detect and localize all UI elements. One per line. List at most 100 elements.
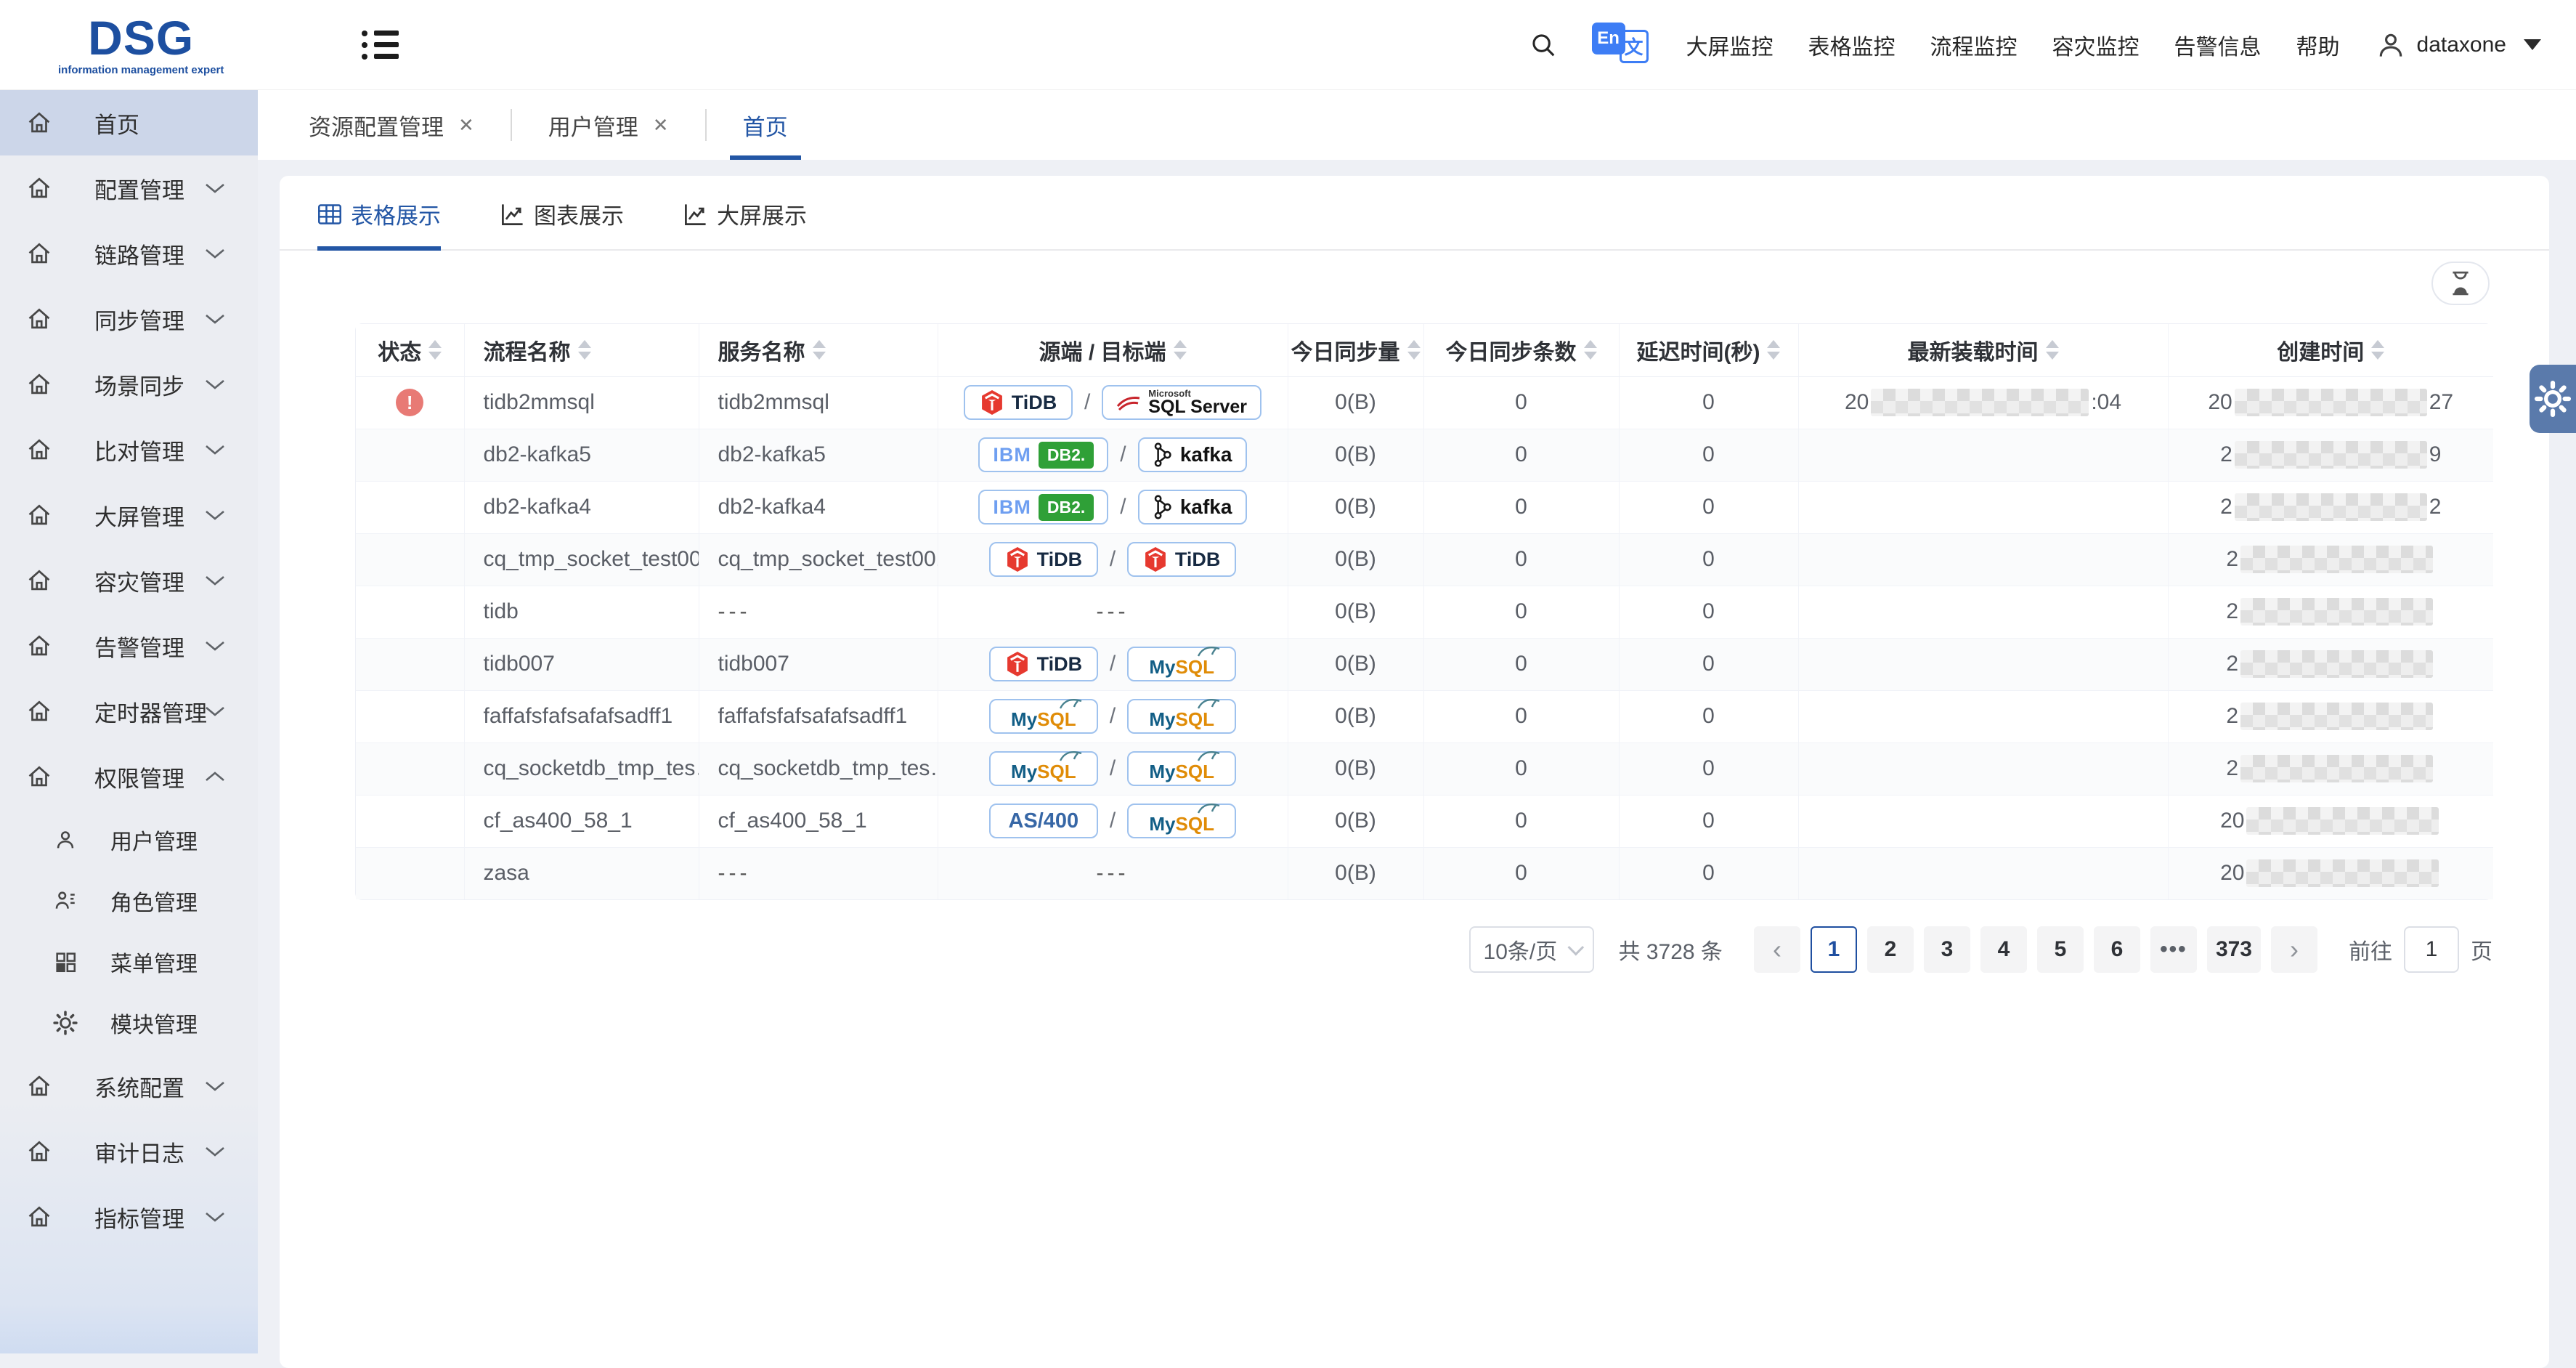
sidebar-item-首页[interactable]: 首页: [0, 90, 258, 155]
home-icon: [25, 1202, 54, 1231]
home-icon: [25, 631, 54, 660]
settings-drawer-button[interactable]: [2530, 365, 2576, 433]
redacted-timestamp: [2246, 859, 2439, 887]
page-size-select[interactable]: 10条/页: [1469, 926, 1594, 973]
sync-amount-cell: 0(B): [1288, 533, 1423, 586]
service-name-cell: tidb007: [699, 638, 938, 690]
page-tab-用户管理[interactable]: 用户管理✕: [544, 90, 673, 160]
view-tab-大屏展示[interactable]: 大屏展示: [683, 198, 807, 251]
view-tab-表格展示[interactable]: 表格展示: [317, 198, 441, 251]
page-button-373[interactable]: 373: [2207, 926, 2261, 973]
sidebar-item-label: 指标管理: [94, 1201, 184, 1234]
load-time-cell: [1798, 690, 2168, 742]
avatar-icon: [2375, 29, 2407, 61]
sort-carets-icon[interactable]: [428, 340, 442, 360]
user-menu[interactable]: dataxone: [2375, 29, 2541, 61]
column-label: 延迟时间(秒): [1637, 334, 1760, 366]
column-header-服务名称: 服务名称: [699, 324, 938, 376]
chevron-down-icon: [204, 248, 226, 259]
close-icon[interactable]: ✕: [653, 114, 669, 137]
sort-carets-icon[interactable]: [1407, 340, 1421, 360]
redacted-timestamp: [2240, 650, 2433, 678]
sidebar-item-链路管理[interactable]: 链路管理: [0, 221, 258, 286]
more-pages-button[interactable]: •••: [2150, 926, 2197, 973]
language-toggle-icon[interactable]: 文 En: [1592, 23, 1651, 68]
sort-carets-icon[interactable]: [2371, 340, 2384, 360]
home-icon: [25, 304, 54, 333]
process-name-cell: cq_tmp_socket_test001: [464, 533, 699, 586]
sidebar-item-审计日志[interactable]: 审计日志: [0, 1119, 258, 1184]
history-hourglass-button[interactable]: [2431, 262, 2490, 305]
logo-subtitle: information management expert: [58, 65, 224, 76]
close-icon[interactable]: ✕: [458, 114, 474, 137]
sidebar-collapse-icon[interactable]: [362, 31, 399, 60]
sidebar-item-场景同步[interactable]: 场景同步: [0, 352, 258, 417]
sort-carets-icon[interactable]: [578, 340, 591, 360]
sort-carets-icon[interactable]: [1584, 340, 1597, 360]
sync-amount-cell: 0(B): [1288, 429, 1423, 481]
sidebar-item-同步管理[interactable]: 同步管理: [0, 286, 258, 352]
chevron-down-icon: [204, 575, 226, 586]
page-button-2[interactable]: 2: [1867, 926, 1914, 973]
page-button-6[interactable]: 6: [2094, 926, 2140, 973]
page-tab-首页[interactable]: 首页: [739, 90, 792, 160]
db-badge-ibmdb2: IBMDB2.: [978, 490, 1108, 525]
menu-grid-icon: [52, 949, 78, 975]
sidebar-item-权限管理[interactable]: 权限管理: [0, 744, 258, 809]
topnav-item-容灾监控[interactable]: 容灾监控: [2052, 29, 2140, 61]
goto-page-input[interactable]: [2404, 926, 2459, 973]
status-cell: [356, 690, 464, 742]
sidebar-subitem-用户管理[interactable]: 用户管理: [0, 809, 258, 870]
chevron-down-icon: [204, 705, 226, 717]
db-badge-mysql: MySQL: [1127, 647, 1236, 681]
sidebar-subitem-菜单管理[interactable]: 菜单管理: [0, 931, 258, 992]
page-button-1[interactable]: 1: [1811, 926, 1857, 973]
sidebar-subitem-角色管理[interactable]: 角色管理: [0, 870, 258, 931]
load-time-cell: [1798, 481, 2168, 533]
endpoints-cell: AS/400/MySQL: [938, 795, 1288, 847]
service-name-cell: ---: [699, 847, 938, 899]
topnav-item-告警信息[interactable]: 告警信息: [2174, 29, 2262, 61]
topnav-item-流程监控[interactable]: 流程监控: [1930, 29, 2018, 61]
page-tab-资源配置管理[interactable]: 资源配置管理✕: [304, 90, 479, 160]
next-page-button[interactable]: ›: [2271, 926, 2317, 973]
sidebar-subitem-label: 角色管理: [110, 885, 198, 917]
chevron-down-icon: [204, 379, 226, 390]
sidebar-item-大屏管理[interactable]: 大屏管理: [0, 482, 258, 548]
sidebar-item-定时器管理[interactable]: 定时器管理: [0, 679, 258, 744]
sidebar-item-告警管理[interactable]: 告警管理: [0, 613, 258, 679]
sort-carets-icon[interactable]: [1767, 340, 1780, 360]
page-button-4[interactable]: 4: [1980, 926, 2027, 973]
sync-amount-cell: 0(B): [1288, 638, 1423, 690]
load-time-cell: [1798, 429, 2168, 481]
view-tab-图表展示[interactable]: 图表展示: [500, 198, 624, 251]
table-row: cq_socketdb_tmp_tes…cq_socketdb_tmp_tes……: [356, 742, 2493, 795]
topnav-item-表格监控[interactable]: 表格监控: [1808, 29, 1896, 61]
sync-count-cell: 0: [1423, 429, 1619, 481]
topnav-item-大屏监控[interactable]: 大屏监控: [1686, 29, 1773, 61]
sort-carets-icon[interactable]: [813, 340, 826, 360]
sort-carets-icon[interactable]: [1174, 340, 1187, 360]
sidebar-item-容灾管理[interactable]: 容灾管理: [0, 548, 258, 613]
sidebar-item-配置管理[interactable]: 配置管理: [0, 155, 258, 221]
create-time-cell: 2: [2168, 638, 2493, 690]
sidebar-item-比对管理[interactable]: 比对管理: [0, 417, 258, 482]
status-cell: [356, 847, 464, 899]
sidebar-subitem-label: 菜单管理: [110, 946, 198, 978]
total-count-label: 共 3728 条: [1619, 934, 1723, 966]
search-icon[interactable]: [1529, 31, 1557, 59]
sidebar: 首页配置管理链路管理同步管理场景同步比对管理大屏管理容灾管理告警管理定时器管理权…: [0, 90, 258, 1353]
sidebar-subitem-模块管理[interactable]: 模块管理: [0, 992, 258, 1053]
sort-carets-icon[interactable]: [2046, 340, 2059, 360]
redacted-timestamp: [2240, 755, 2433, 782]
sidebar-item-label: 链路管理: [94, 238, 184, 270]
topnav-item-帮助[interactable]: 帮助: [2296, 29, 2340, 61]
page-button-3[interactable]: 3: [1924, 926, 1970, 973]
service-name-cell: cq_socketdb_tmp_tes…: [699, 742, 938, 795]
page-button-5[interactable]: 5: [2037, 926, 2084, 973]
sidebar-item-指标管理[interactable]: 指标管理: [0, 1184, 258, 1250]
sidebar-item-label: 同步管理: [94, 303, 184, 336]
home-icon: [25, 370, 54, 399]
sidebar-item-系统配置[interactable]: 系统配置: [0, 1053, 258, 1119]
prev-page-button[interactable]: ‹: [1754, 926, 1800, 973]
